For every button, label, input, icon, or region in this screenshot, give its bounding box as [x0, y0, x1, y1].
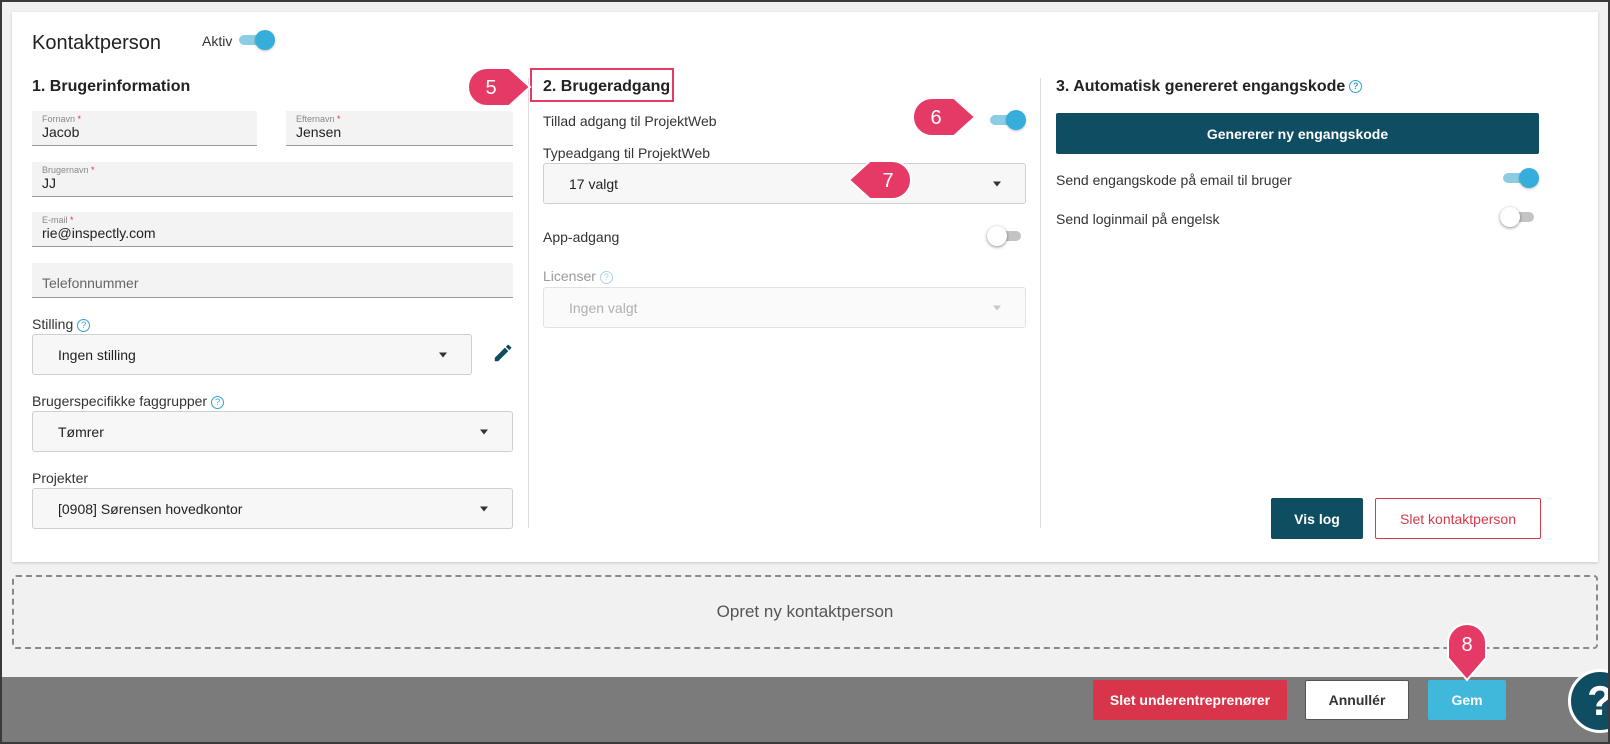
licenses-value: Ingen valgt	[569, 299, 638, 316]
allow-access-label: Tillad adgang til ProjektWeb	[543, 113, 717, 129]
position-select[interactable]: Ingen stilling	[32, 334, 472, 375]
callout-8-label: 8	[1461, 634, 1472, 656]
email-label: E-mail	[42, 215, 68, 225]
callout-6-label: 6	[930, 107, 941, 129]
app-access-toggle[interactable]	[987, 226, 1023, 246]
send-english-label: Send loginmail på engelsk	[1056, 211, 1220, 227]
callout-6: 6	[911, 97, 977, 137]
projects-value: [0908] Sørensen hovedkontor	[58, 500, 243, 517]
required-mark: *	[91, 165, 95, 175]
phone-field[interactable]: Telefonnummer	[32, 263, 513, 298]
position-value: Ingen stilling	[58, 346, 136, 363]
page-title: Kontaktperson	[32, 32, 161, 54]
create-new-contact-button[interactable]: Opret ny kontaktperson	[12, 575, 1598, 649]
active-label: Aktiv	[202, 33, 233, 49]
trade-groups-value: Tømrer	[58, 423, 104, 440]
send-email-label: Send engangskode på email til bruger	[1056, 172, 1292, 188]
save-button[interactable]: Gem	[1428, 680, 1506, 720]
callout-5-label: 5	[485, 77, 496, 99]
send-email-toggle[interactable]	[1503, 168, 1539, 188]
delete-contact-button[interactable]: Slet kontaktperson	[1375, 498, 1541, 539]
callout-7-label: 7	[882, 170, 893, 192]
trade-groups-label: Brugerspecifikke faggrupper	[32, 393, 208, 409]
section2-title: 2. Brugeradgang	[543, 78, 671, 95]
first-name-label: Fornavn	[42, 114, 76, 124]
help-icon[interactable]: ?	[77, 318, 91, 332]
last-name-value: Jensen	[296, 124, 342, 140]
help-icon[interactable]: ?	[1349, 80, 1363, 94]
allow-access-toggle[interactable]	[990, 110, 1026, 130]
callout-5: 5	[466, 67, 532, 107]
projects-select[interactable]: [0908] Sørensen hovedkontor	[32, 488, 513, 529]
cancel-button[interactable]: Annullér	[1305, 680, 1409, 720]
delete-subcontractors-button[interactable]: Slet underentreprenører	[1093, 680, 1287, 720]
chevron-down-icon	[993, 305, 1001, 310]
create-new-contact-label: Opret ny kontaktperson	[716, 602, 894, 621]
access-type-select[interactable]: 17 valgt	[543, 163, 1026, 204]
licenses-label: Licenser	[543, 268, 596, 284]
pencil-icon[interactable]	[492, 342, 514, 364]
chevron-down-icon	[480, 429, 488, 434]
callout-7: 7	[847, 160, 913, 200]
help-icon[interactable]: ?	[211, 395, 225, 409]
projects-label: Projekter	[32, 470, 89, 486]
send-english-toggle[interactable]	[1500, 207, 1536, 227]
callout-8: 8	[1447, 622, 1487, 682]
chevron-down-icon	[993, 181, 1001, 186]
app-frame: Kontaktperson Aktiv 1. Brugerinformation…	[0, 0, 1610, 744]
section1-title: 1. Brugerinformation	[32, 78, 191, 95]
column-divider	[1040, 78, 1041, 528]
email-field[interactable]: E-mail * rie@inspectly.com	[32, 212, 513, 247]
chevron-down-icon	[439, 352, 447, 357]
section3-title: 3. Automatisk genereret engangskode	[1056, 78, 1346, 95]
required-mark: *	[77, 114, 82, 124]
help-icon[interactable]: ?	[599, 270, 613, 284]
active-toggle[interactable]	[239, 30, 275, 50]
username-field[interactable]: Brugernavn * JJ	[32, 162, 513, 197]
access-type-label: Typeadgang til ProjektWeb	[543, 145, 711, 161]
required-mark: *	[337, 114, 341, 124]
username-value: JJ	[42, 175, 56, 191]
contact-card: Kontaktperson Aktiv 1. Brugerinformation…	[12, 12, 1598, 562]
position-label: Stilling	[32, 316, 74, 332]
trade-groups-select[interactable]: Tømrer	[32, 411, 513, 452]
email-value: rie@inspectly.com	[42, 225, 156, 241]
first-name-value: Jacob	[42, 124, 80, 140]
required-mark: *	[70, 215, 74, 225]
username-label: Brugernavn	[42, 165, 89, 175]
app-access-label: App-adgang	[543, 229, 620, 245]
column-divider	[528, 78, 529, 528]
access-type-value: 17 valgt	[569, 175, 619, 192]
last-name-label: Efternavn	[296, 114, 335, 124]
phone-placeholder: Telefonnummer	[42, 275, 139, 291]
first-name-field[interactable]: Fornavn * Jacob	[32, 111, 257, 146]
last-name-field[interactable]: Efternavn * Jensen	[286, 111, 513, 146]
view-log-button[interactable]: Vis log	[1271, 498, 1363, 539]
chevron-down-icon	[480, 506, 488, 511]
licenses-select[interactable]: Ingen valgt	[543, 287, 1026, 328]
generate-code-button[interactable]: Genererer ny engangskode	[1056, 113, 1539, 154]
